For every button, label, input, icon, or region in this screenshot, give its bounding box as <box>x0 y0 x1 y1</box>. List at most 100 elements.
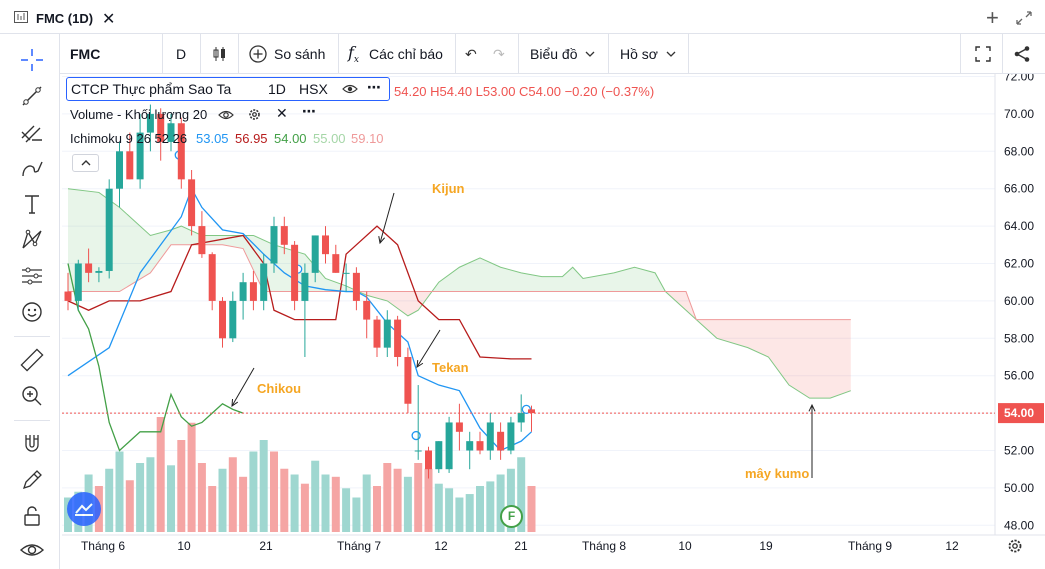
candle-body <box>64 291 72 301</box>
annotation-kijun: Kijun <box>432 181 465 196</box>
chevron-down-icon <box>666 51 676 57</box>
price-chart[interactable]: 72.00 70.00 68.00 66.00 64.00 62.00 60.00 58.00… <box>60 74 1045 569</box>
candle-body <box>435 441 443 470</box>
top-toolbar: FMC D So sánh fx Các chỉ báo ↶ ↷ Biểu đồ… <box>60 34 1045 74</box>
interval-label: D <box>176 46 187 62</box>
fullscreen-button[interactable] <box>974 34 992 74</box>
time-tick-label: 21 <box>514 539 528 553</box>
prediction-icon[interactable] <box>18 262 46 290</box>
volume-bar <box>321 474 330 532</box>
candle-body <box>404 357 412 404</box>
close-icon[interactable]: ✕ <box>102 9 115 29</box>
legend-interval: 1D <box>268 81 286 97</box>
indicators-button[interactable]: fx Các chỉ báo <box>348 34 443 74</box>
candle-body <box>95 270 103 273</box>
time-tick-label: Tháng 7 <box>337 539 381 553</box>
lock-icon[interactable] <box>18 502 46 530</box>
candle-body <box>126 151 134 180</box>
annotation-kumo: mây kumo <box>745 466 810 481</box>
brush-icon[interactable] <box>18 154 46 182</box>
time-tick-label: Tháng 6 <box>81 539 125 553</box>
candle-body <box>342 272 350 274</box>
financials-marker[interactable]: F <box>500 505 523 528</box>
candles-button[interactable] <box>211 34 229 74</box>
chikou-arrow <box>231 367 255 407</box>
collapse-legend-button[interactable] <box>72 154 99 172</box>
visibility-eye-icon[interactable] <box>342 83 358 95</box>
redo-button[interactable]: ↷ <box>493 34 505 74</box>
time-tick-label: 10 <box>678 539 692 553</box>
symbol-legend-box[interactable]: CTCP Thực phẩm Sao Ta 1D HSX ⋯ <box>66 77 390 101</box>
chevron-down-icon <box>586 51 595 57</box>
volume-bar <box>434 483 443 532</box>
volume-bar <box>362 474 371 532</box>
crosshair-icon[interactable] <box>18 46 46 74</box>
time-axis: Tháng 6 10 21 Tháng 7 12 21 Tháng 8 10 19 Tháng 9… <box>81 539 959 553</box>
volume-bar <box>218 468 227 532</box>
volume-bar <box>187 422 196 532</box>
more-icon[interactable]: ⋯ <box>367 79 381 96</box>
tradingview-logo[interactable] <box>67 492 101 526</box>
undo-icon: ↶ <box>465 45 477 62</box>
volume-bar <box>486 481 495 532</box>
price-tick-label: 50.00 <box>1004 481 1034 495</box>
fib-lines-icon[interactable] <box>18 118 46 146</box>
settings-gear-icon[interactable] <box>1006 537 1024 555</box>
volume-bar <box>414 463 423 532</box>
settings-gear-icon[interactable] <box>247 107 262 122</box>
candle-body <box>507 422 515 451</box>
price-tick-label: 72.00 <box>1004 74 1034 84</box>
volume-bar <box>383 463 392 532</box>
volume-bar <box>259 440 268 532</box>
smiley-icon[interactable] <box>18 298 46 326</box>
volume-eye-icon[interactable] <box>218 109 234 121</box>
candle-body <box>476 441 484 451</box>
pattern-icon[interactable] <box>18 226 46 254</box>
ichimoku-tenkan-value: 53.05 <box>196 131 229 146</box>
candle-body <box>188 179 196 227</box>
volume-bar <box>527 486 536 532</box>
compare-button[interactable]: So sánh <box>248 34 325 74</box>
candle-body <box>394 319 402 357</box>
share-button[interactable] <box>1013 34 1031 74</box>
lock-pencil-icon[interactable] <box>18 466 46 494</box>
expand-icon[interactable] <box>1016 11 1032 25</box>
undo-button[interactable]: ↶ <box>465 34 477 74</box>
annotation-tekan: Tekan <box>432 360 469 375</box>
add-icon[interactable]: + <box>986 5 999 31</box>
interval-button[interactable]: D <box>176 34 186 74</box>
last-price-label: 54.00 <box>1004 406 1034 420</box>
candle-body <box>280 226 288 245</box>
time-tick-label: Tháng 9 <box>848 539 892 553</box>
profile-button[interactable]: Hồ sơ <box>620 34 676 74</box>
drawing-toolbar <box>0 34 60 569</box>
candle-body <box>455 422 463 432</box>
chart-type-button[interactable]: Biểu đồ <box>530 34 595 74</box>
volume-bar <box>300 483 309 532</box>
eye-icon[interactable] <box>18 536 46 564</box>
share-icon <box>1014 46 1030 62</box>
remove-icon[interactable]: ✕ <box>276 105 288 122</box>
ruler-icon[interactable] <box>18 346 46 374</box>
zoom-in-icon[interactable] <box>18 382 46 410</box>
time-tick-label: 21 <box>259 539 273 553</box>
trend-line-icon[interactable] <box>18 82 46 110</box>
candle-body <box>414 450 422 452</box>
candle-body <box>219 300 226 339</box>
volume-legend[interactable]: Volume - Khối lượng 20 ✕ ⋯ <box>66 103 316 124</box>
price-tick-label: 64.00 <box>1004 219 1034 233</box>
symbol-search-button[interactable]: FMC <box>70 34 100 74</box>
volume-bar <box>125 480 134 532</box>
candle-body <box>74 263 82 301</box>
text-icon[interactable] <box>18 190 46 218</box>
ichimoku-spanb-value: 59.10 <box>351 131 384 146</box>
candle-body <box>517 413 525 423</box>
candle-body <box>486 422 494 451</box>
candlestick-icon <box>213 47 225 61</box>
volume-bar <box>342 488 351 532</box>
fullscreen-icon <box>975 46 991 62</box>
more-icon[interactable]: ⋯ <box>302 103 316 120</box>
volume-bar <box>208 486 217 532</box>
magnet-icon[interactable] <box>18 430 46 458</box>
candle-body <box>445 422 453 470</box>
